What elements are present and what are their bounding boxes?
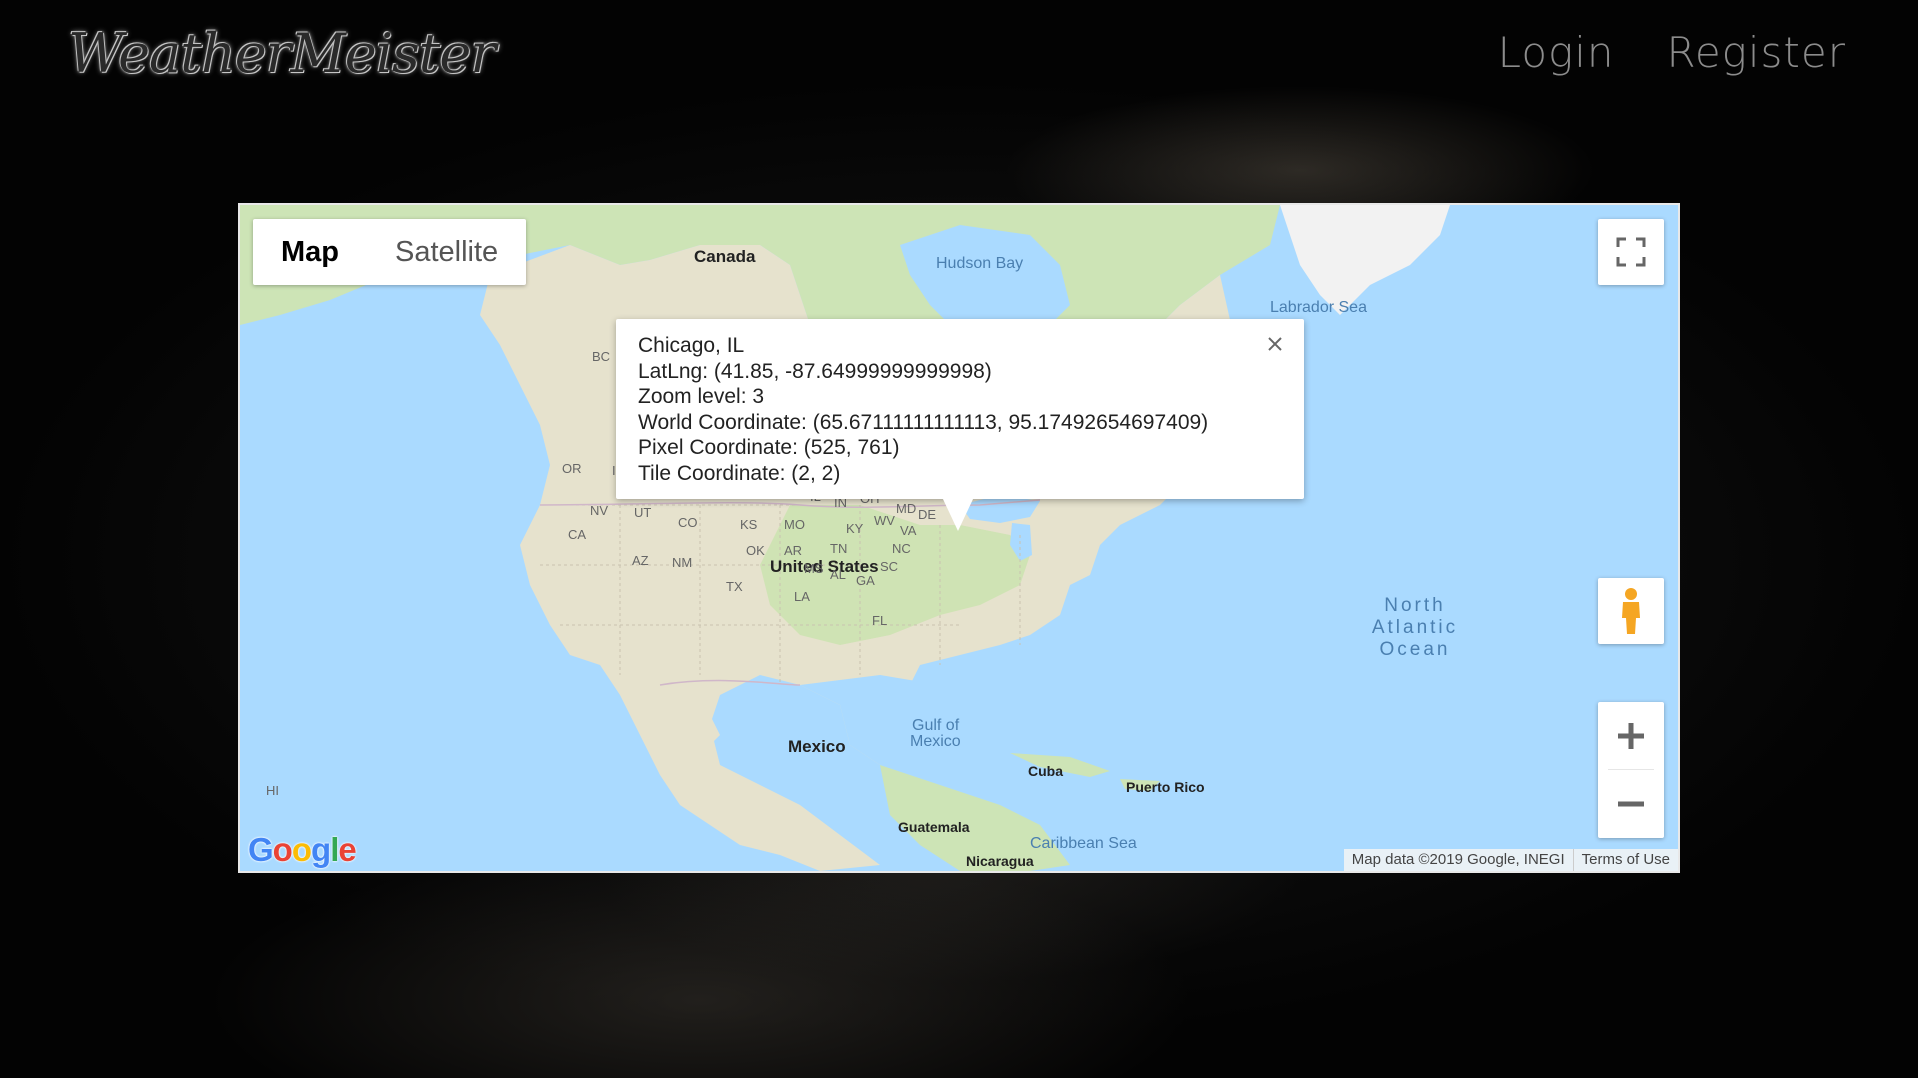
state-label-sc: SC: [880, 559, 899, 574]
state-label-ut: UT: [634, 505, 652, 520]
state-label-ok: OK: [746, 543, 765, 558]
label-bc: BC: [592, 349, 611, 364]
page: WeatherMeister Login Register Canada Hud…: [0, 0, 1918, 1078]
label-gulf-2: Mexico: [910, 733, 961, 750]
fullscreen-button[interactable]: [1598, 219, 1664, 285]
zoom-in-button[interactable]: [1598, 702, 1664, 770]
pegman-icon: [1622, 588, 1640, 634]
state-label-ks: KS: [740, 517, 758, 532]
state-label-la: LA: [794, 589, 810, 604]
label-hudson-bay: Hudson Bay: [936, 255, 1024, 272]
info-title: Chicago, IL: [638, 334, 745, 357]
state-label-nm: NM: [672, 555, 693, 570]
state-label-ms: MS: [804, 561, 824, 576]
map-type-control: Map Satellite: [253, 219, 527, 285]
info-window: Chicago, IL LatLng: (41.85, -87.64999999…: [616, 319, 1304, 499]
state-label-nv: NV: [590, 503, 609, 518]
ocean-line-1: North: [1384, 595, 1446, 616]
google-logo-letter: e: [338, 831, 356, 868]
map-attribution: Map data ©2019 Google, INEGI Terms of Us…: [1343, 849, 1678, 871]
map-type-map-button[interactable]: Map: [253, 219, 367, 285]
state-label-nc: NC: [892, 541, 911, 556]
map-data-credit: Map data ©2019 Google, INEGI: [1351, 851, 1565, 868]
state-label-tx: TX: [726, 579, 743, 594]
state-label-tn: TN: [830, 541, 848, 556]
info-world-coordinate: World Coordinate: (65.67111111111113, 95…: [638, 410, 1209, 434]
google-logo-letter: G: [248, 831, 274, 868]
state-label-va: VA: [900, 523, 917, 538]
ocean-line-3: Ocean: [1379, 639, 1451, 660]
state-label-de: DE: [918, 507, 937, 522]
ocean-line-2: Atlantic: [1371, 617, 1459, 638]
info-pixel-coordinate: Pixel Coordinate: (525, 761): [638, 436, 900, 459]
state-label-ky: KY: [846, 521, 864, 536]
map-type-satellite-button[interactable]: Satellite: [367, 219, 526, 285]
state-label-ga: GA: [856, 573, 875, 588]
label-puerto-rico: Puerto Rico: [1126, 779, 1205, 795]
label-labrador-sea: Labrador Sea: [1270, 299, 1367, 316]
info-latlng: LatLng: (41.85, -87.64999999999998): [638, 359, 992, 383]
close-icon[interactable]: [1264, 333, 1286, 355]
brand-logo[interactable]: WeatherMeister: [68, 22, 496, 85]
map-canvas[interactable]: Canada Hudson Bay Labrador Sea BC United…: [238, 203, 1680, 873]
top-nav: Login Register: [1498, 28, 1846, 77]
state-label-wv: WV: [874, 513, 895, 528]
state-label-az: AZ: [632, 553, 649, 568]
zoom-out-button[interactable]: [1598, 770, 1664, 838]
google-logo-letter: o: [291, 831, 312, 868]
state-label-mo: MO: [784, 517, 805, 532]
label-mexico: Mexico: [788, 737, 846, 756]
label-cuba: Cuba: [1028, 763, 1063, 779]
label-caribbean: Caribbean Sea: [1030, 835, 1137, 852]
login-link[interactable]: Login: [1498, 28, 1615, 77]
label-guatemala: Guatemala: [898, 819, 970, 835]
fullscreen-icon: [1616, 237, 1646, 267]
google-logo-letter: o: [272, 831, 293, 868]
google-logo[interactable]: Google: [248, 831, 357, 869]
register-link[interactable]: Register: [1667, 28, 1846, 77]
state-label-al: AL: [830, 567, 846, 582]
state-label-co: CO: [678, 515, 698, 530]
label-canada: Canada: [694, 247, 756, 266]
terms-of-use-link[interactable]: Terms of Use: [1572, 849, 1678, 871]
info-tile-coordinate: Tile Coordinate: (2, 2): [638, 461, 841, 485]
google-logo-letter: g: [311, 831, 331, 868]
map-land: [240, 205, 1450, 871]
state-label-fl: FL: [872, 613, 888, 628]
state-label-ar: AR: [784, 543, 803, 558]
zoom-control: [1598, 702, 1664, 838]
label-hi: HI: [266, 783, 279, 798]
state-label-ca: CA: [568, 527, 587, 542]
label-north-atlantic-ocean: North Atlantic Ocean: [1360, 595, 1470, 661]
info-zoom: Zoom level: 3: [638, 385, 765, 408]
plus-icon: [1618, 723, 1644, 749]
label-nicaragua: Nicaragua: [966, 853, 1034, 869]
street-view-pegman-button[interactable]: [1598, 578, 1664, 644]
state-label-md: MD: [896, 501, 917, 516]
state-label-or: OR: [562, 461, 582, 476]
zoom-divider: [1608, 769, 1654, 770]
minus-icon: [1618, 801, 1644, 807]
info-window-pointer: [942, 497, 974, 531]
